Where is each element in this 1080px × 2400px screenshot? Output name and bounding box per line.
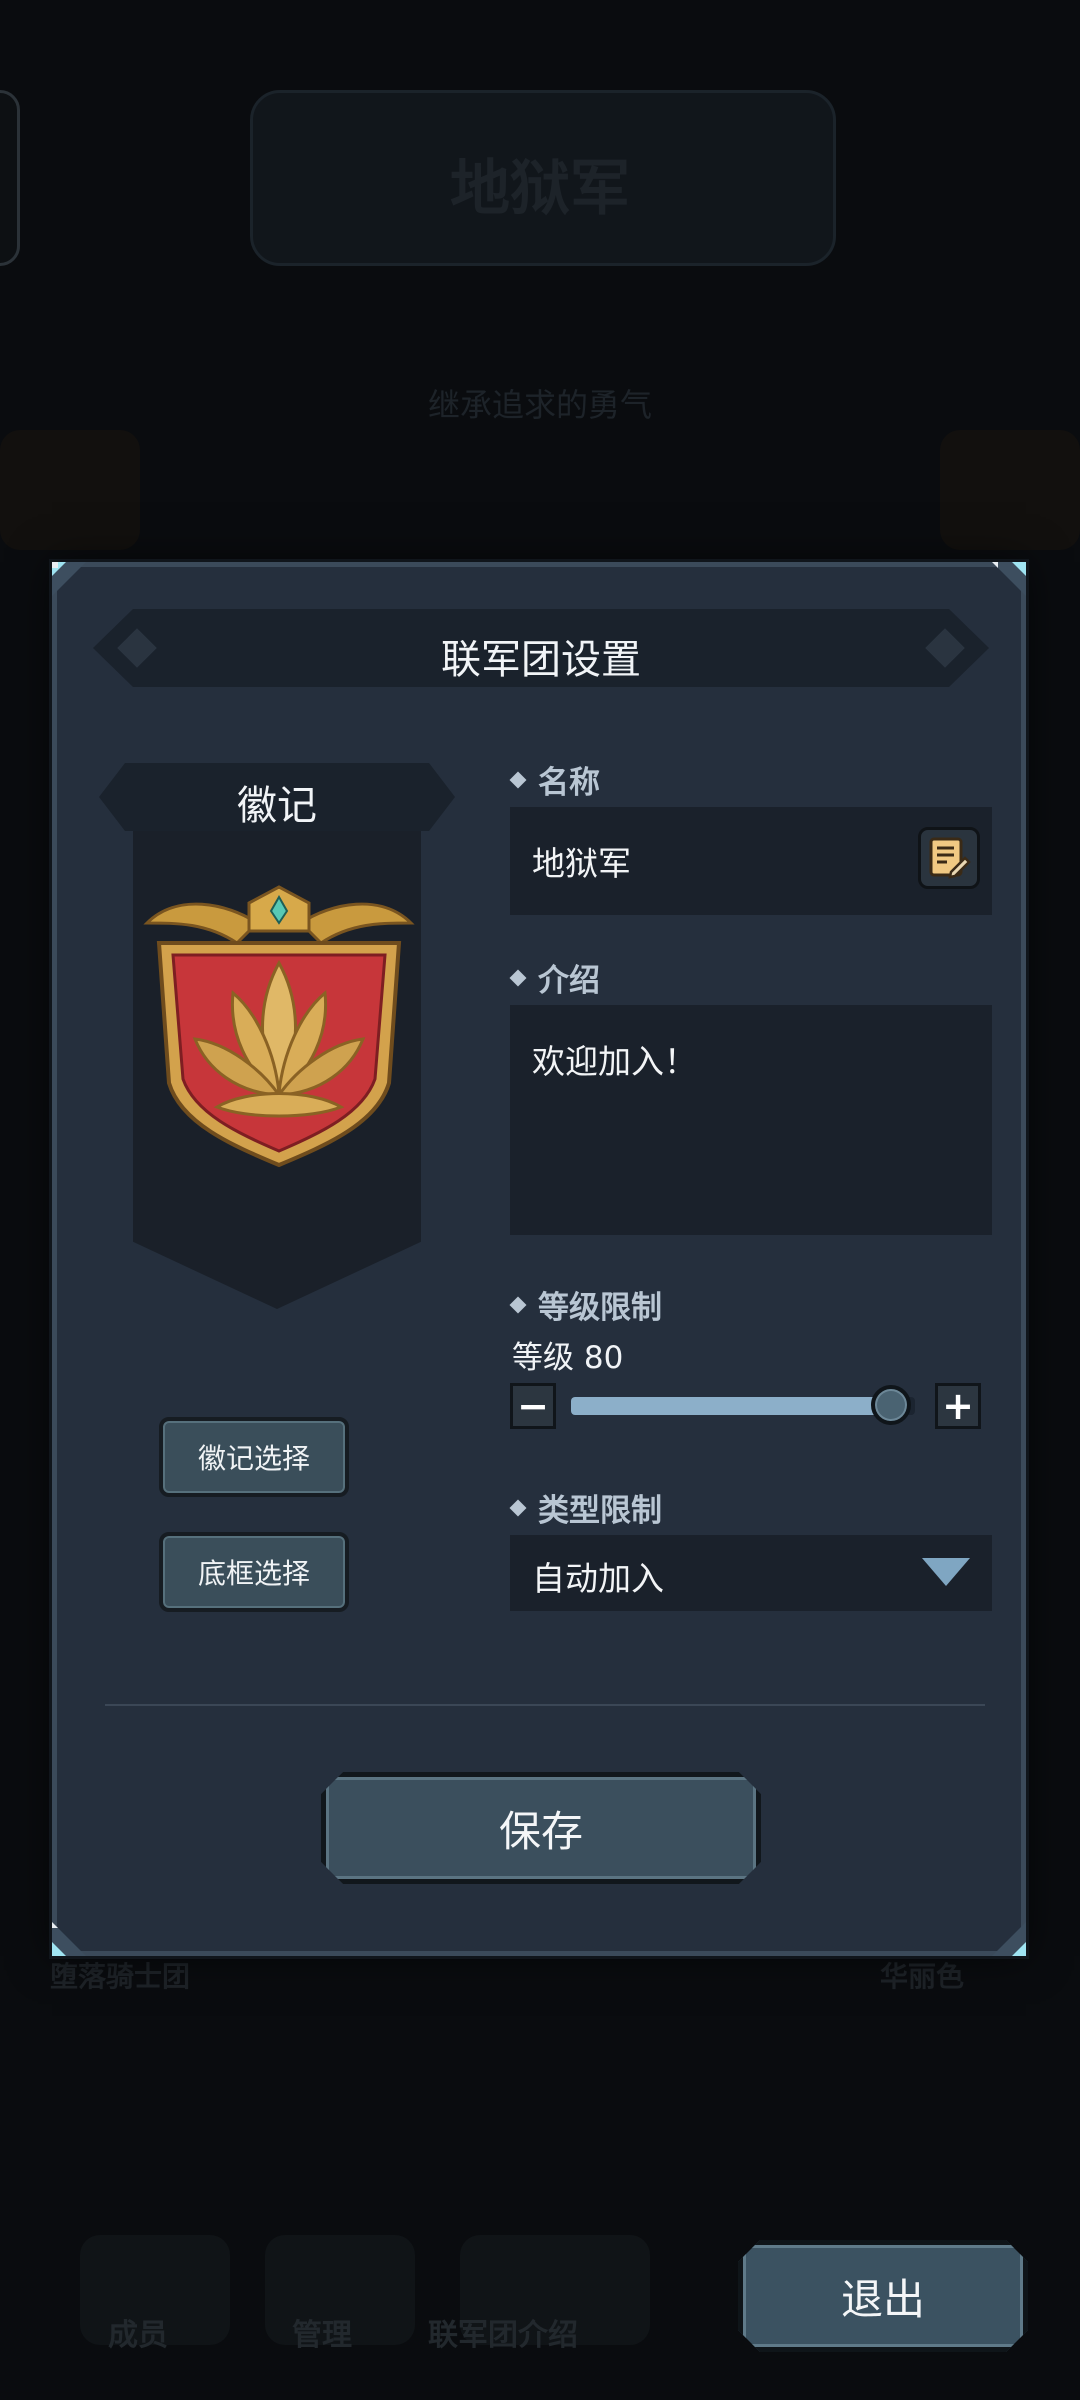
intro-textarea[interactable]: 欢迎加入！ bbox=[510, 1005, 992, 1235]
bullet-diamond-icon bbox=[509, 1296, 527, 1313]
corner-ornament bbox=[992, 562, 1026, 596]
background-emblem-left bbox=[0, 430, 140, 550]
background-label-left: 堕落骑士团 bbox=[50, 1960, 191, 1993]
plus-icon: + bbox=[942, 1384, 974, 1428]
emblem-tab: 徽记 bbox=[99, 763, 455, 831]
corner-ornament bbox=[992, 1922, 1026, 1956]
name-value: 地狱军 bbox=[532, 844, 631, 883]
intro-value: 欢迎加入！ bbox=[532, 1042, 697, 1081]
level-slider-fill bbox=[571, 1397, 891, 1415]
corner-ornament bbox=[52, 1922, 86, 1956]
level-value-text: 等级 80 bbox=[512, 1340, 624, 1376]
level-limit-label: 等级限制 bbox=[509, 1282, 662, 1327]
level-decrease-button[interactable]: − bbox=[510, 1383, 556, 1429]
level-slider-track[interactable] bbox=[571, 1397, 915, 1415]
divider bbox=[105, 1704, 985, 1706]
background-guild-subtitle: 继承追求的勇气 bbox=[427, 386, 652, 424]
dialog-title: 联军团设置 bbox=[441, 637, 641, 683]
intro-label-text: 介绍 bbox=[538, 963, 600, 999]
edit-name-button[interactable] bbox=[918, 827, 980, 889]
frame-select-button[interactable]: 底框选择 bbox=[159, 1532, 349, 1612]
corner-ornament bbox=[52, 562, 86, 596]
bullet-diamond-icon bbox=[509, 1499, 527, 1516]
type-limit-dropdown[interactable]: 自动加入 bbox=[510, 1535, 992, 1611]
type-limit-label-text: 类型限制 bbox=[538, 1493, 662, 1529]
edit-note-icon bbox=[929, 837, 971, 879]
level-increase-button[interactable]: + bbox=[935, 1383, 981, 1429]
dialog-header: 联军团设置 bbox=[93, 609, 989, 687]
background-nav-members-label: 成员 bbox=[108, 2318, 168, 2353]
lotus-emblem-icon bbox=[143, 885, 415, 1168]
guild-settings-dialog: 联军团设置 徽记 徽记选择 底框选择 名称 地狱军 介绍 欢迎加入！ 等级限制 … bbox=[52, 562, 1026, 1956]
background-emblem-right bbox=[940, 430, 1080, 550]
background-nav-manage-label: 管理 bbox=[292, 2318, 352, 2353]
save-button[interactable]: 保存 bbox=[321, 1772, 761, 1884]
dropdown-arrow-icon bbox=[922, 1558, 970, 1586]
type-value: 自动加入 bbox=[532, 1559, 664, 1598]
type-limit-label: 类型限制 bbox=[509, 1485, 662, 1530]
background-guild-title: 地狱军 bbox=[450, 154, 630, 224]
intro-field-label: 介绍 bbox=[509, 955, 600, 1000]
name-field-label: 名称 bbox=[509, 757, 600, 802]
level-slider-thumb[interactable] bbox=[870, 1385, 911, 1425]
name-label-text: 名称 bbox=[538, 765, 600, 801]
bullet-diamond-icon bbox=[509, 969, 527, 986]
emblem-label: 徽记 bbox=[237, 783, 317, 829]
name-field[interactable]: 地狱军 bbox=[510, 807, 992, 915]
background-nav-intro-label: 联军团介绍 bbox=[428, 2318, 578, 2353]
exit-button[interactable]: 退出 bbox=[738, 2240, 1028, 2352]
bullet-diamond-icon bbox=[509, 771, 527, 788]
level-limit-label-text: 等级限制 bbox=[538, 1290, 662, 1326]
background-label-right: 华丽色 bbox=[880, 1960, 965, 1993]
emblem-select-button[interactable]: 徽记选择 bbox=[159, 1417, 349, 1497]
minus-icon: − bbox=[517, 1384, 549, 1428]
